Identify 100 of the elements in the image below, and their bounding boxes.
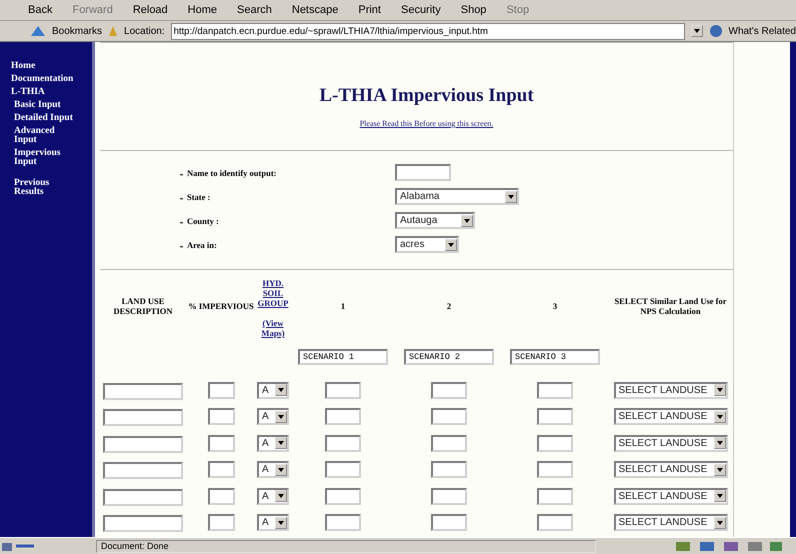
scenario-name-field[interactable]: SCENARIO 1 [298, 349, 388, 365]
scenario-field[interactable] [325, 408, 361, 426]
toolbar-button[interactable]: Shop [450, 1, 496, 19]
dropdown-button[interactable] [445, 238, 457, 250]
toolbar-button[interactable]: Netscape [282, 1, 348, 19]
land-use-field[interactable] [103, 382, 183, 400]
scenario-field[interactable] [431, 514, 467, 532]
whats-related-button[interactable]: What's Related [728, 26, 796, 36]
scenario-field[interactable] [537, 514, 573, 532]
caret-icon [716, 520, 722, 525]
soil-group-select[interactable]: A [257, 434, 289, 452]
dropdown-button[interactable] [714, 516, 726, 529]
dropdown-button[interactable] [714, 464, 726, 476]
page-title: L-THIA Impervious Input [319, 85, 534, 107]
field-label: State : [180, 192, 395, 202]
scenario-field[interactable] [537, 382, 573, 399]
soil-group-select[interactable]: A [257, 408, 289, 426]
scenario-field[interactable] [537, 408, 573, 426]
dropdown-button[interactable] [714, 437, 726, 450]
dropdown-button[interactable] [714, 490, 726, 502]
notice-link[interactable]: Please Read this Before using this screen. [360, 119, 494, 128]
soil-group-link[interactable]: HYD. SOIL GROUP [256, 278, 290, 308]
impervious-field[interactable] [208, 434, 234, 452]
dropdown-button[interactable] [714, 384, 726, 396]
scenario-field[interactable] [325, 382, 361, 399]
dropdown-button[interactable] [275, 410, 287, 423]
scenario-field[interactable] [431, 488, 467, 505]
landuse-select[interactable]: SELECT LANDUSE [614, 434, 728, 452]
impervious-field[interactable] [208, 408, 234, 426]
land-use-field[interactable] [103, 488, 183, 506]
dropdown-button[interactable] [505, 190, 517, 202]
scenario-field[interactable] [325, 434, 361, 452]
sidebar-link[interactable]: Detailed Input [0, 114, 76, 123]
soil-group-select[interactable]: A [257, 461, 289, 478]
toolbar-button[interactable]: Reload [122, 1, 178, 19]
landuse-select[interactable]: SELECT LANDUSE [614, 382, 728, 399]
dropdown-button[interactable] [275, 384, 287, 396]
select-field[interactable]: acres [395, 236, 459, 253]
sidebar-link[interactable]: Home [0, 62, 91, 71]
dropdown-button[interactable] [461, 214, 473, 226]
sidebar-link[interactable]: Advanced Input [0, 127, 76, 145]
landuse-select[interactable]: SELECT LANDUSE [614, 461, 728, 478]
land-use-field[interactable] [103, 462, 183, 479]
scenario-field[interactable] [325, 461, 361, 478]
scenario-field[interactable] [537, 488, 573, 505]
column-header: 2 [446, 301, 452, 311]
dropdown-button[interactable] [275, 490, 287, 502]
globe-icon [708, 24, 722, 38]
toolbar-button[interactable]: Print [348, 1, 391, 19]
bullet-icon [180, 196, 183, 200]
select-field[interactable]: Alabama [395, 188, 519, 205]
scenario-field[interactable] [537, 434, 573, 452]
soil-group-select[interactable]: A [257, 382, 289, 399]
toolbar-button[interactable]: Back [18, 1, 62, 19]
scenario-field[interactable] [431, 382, 467, 399]
dropdown-button[interactable] [690, 25, 702, 37]
land-use-field[interactable] [103, 515, 183, 532]
impervious-field[interactable] [208, 514, 234, 532]
scenario-field[interactable] [537, 461, 573, 478]
dropdown-button[interactable] [275, 516, 287, 529]
select-field[interactable]: Autauga [395, 212, 475, 229]
bullet-icon [180, 244, 183, 248]
dropdown-button[interactable] [275, 464, 287, 476]
land-use-field[interactable] [103, 409, 183, 426]
dropdown-button[interactable] [714, 410, 726, 423]
impervious-field[interactable] [208, 382, 234, 399]
scenario-field[interactable] [431, 434, 467, 452]
impervious-field[interactable] [208, 461, 234, 478]
soil-group-select[interactable]: A [257, 514, 289, 532]
scenario-name-field[interactable]: SCENARIO 3 [510, 349, 600, 365]
toolbar-button[interactable]: Search [227, 1, 282, 19]
view-maps-link[interactable]: (View Maps) [256, 318, 290, 338]
url-field[interactable]: http://danpatch.ecn.purdue.edu/~sprawl/LTHIA7/lthia/impervious_input.htm [170, 22, 684, 40]
scenario-field[interactable] [325, 488, 361, 505]
scenario-field[interactable] [325, 514, 361, 532]
column-header: SELECT Similar Land Use for NPS Calculation [613, 296, 728, 316]
sidebar-link[interactable]: Previous Results [0, 179, 76, 197]
land-use-field[interactable] [103, 436, 183, 452]
bookmarks-button[interactable]: Bookmarks [52, 26, 102, 36]
soil-group-select[interactable]: A [257, 488, 289, 505]
sidebar-link[interactable]: L-THIA [0, 88, 91, 97]
scenario-field[interactable] [431, 408, 467, 426]
toolbar-button[interactable]: Security [390, 1, 451, 19]
bullet-icon [180, 220, 183, 224]
caret-icon [508, 194, 514, 198]
landuse-select[interactable]: SELECT LANDUSE [614, 408, 728, 426]
sidebar-link[interactable]: Documentation [0, 75, 91, 84]
impervious-field[interactable] [208, 488, 234, 505]
text-field[interactable] [395, 164, 451, 181]
sidebar-link[interactable]: Impervious Input [0, 149, 76, 167]
location-label: Location: [124, 26, 165, 36]
toolbar-button[interactable]: Home [178, 1, 228, 19]
landuse-select[interactable]: SELECT LANDUSE [614, 514, 728, 532]
column-header: 1 [340, 301, 346, 311]
landuse-select[interactable]: SELECT LANDUSE [614, 488, 728, 505]
scenario-field[interactable] [431, 461, 467, 478]
sidebar-link[interactable]: Basic Input [0, 101, 76, 110]
caret-icon [278, 520, 284, 525]
dropdown-button[interactable] [275, 437, 287, 450]
scenario-name-field[interactable]: SCENARIO 2 [404, 349, 494, 365]
